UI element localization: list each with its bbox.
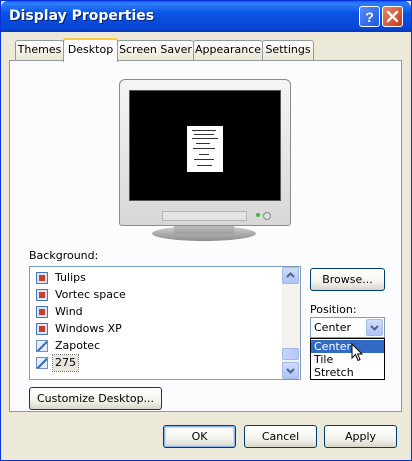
mouse-cursor-icon [351,343,364,362]
ok-button[interactable]: OK [163,425,236,448]
option-stretch[interactable]: Stretch [311,366,384,379]
apply-button[interactable]: Apply [324,425,397,448]
tab-appearance[interactable]: Appearance [193,40,263,60]
option-center[interactable]: Center [311,340,384,353]
monitor-chin [162,211,247,221]
image-icon [36,323,48,335]
chevron-up-icon [286,272,295,278]
tab-screen-saver[interactable]: Screen Saver [117,40,194,60]
image-icon [36,272,48,284]
image-icon [36,289,48,301]
dropdown-button[interactable] [366,319,383,336]
cancel-button[interactable]: Cancel [244,425,317,448]
chevron-down-icon [370,325,379,331]
monitor-stand [174,226,234,234]
power-knob [263,212,271,220]
tab-desktop[interactable]: Desktop [63,38,118,62]
window-title: Display Properties [9,8,155,24]
question-icon: ? [365,9,374,25]
tab-themes[interactable]: Themes [15,40,64,60]
power-led [256,213,260,217]
image-icon [36,306,48,318]
position-select[interactable]: Center [310,317,385,338]
position-label: Position: [310,303,357,316]
scroll-thumb[interactable] [282,348,299,360]
title-bar[interactable]: Display Properties ? [1,1,411,32]
scroll-down-button[interactable] [282,362,299,379]
browse-button[interactable]: Browse... [310,268,385,291]
option-tile[interactable]: Tile [311,353,384,366]
pencil-image-icon [36,357,48,369]
scroll-up-button[interactable] [282,267,299,284]
close-icon [386,10,399,23]
background-list-scrollbar[interactable] [282,267,300,379]
position-dropdown-list[interactable]: Center Tile Stretch [310,338,385,380]
position-value: Center [314,321,352,334]
customize-desktop-button[interactable]: Customize Desktop... [29,387,162,410]
help-button[interactable]: ? [359,6,380,27]
pencil-image-icon [36,340,48,352]
background-list[interactable]: Tulips Vortec space Wind Windows XP Zapo… [29,266,301,380]
svg-text:?: ? [365,9,374,25]
chevron-down-icon [286,368,295,374]
close-button[interactable] [382,6,403,27]
wallpaper-preview [187,126,223,172]
background-label: Background: [29,249,99,262]
tab-settings[interactable]: Settings [262,40,314,60]
